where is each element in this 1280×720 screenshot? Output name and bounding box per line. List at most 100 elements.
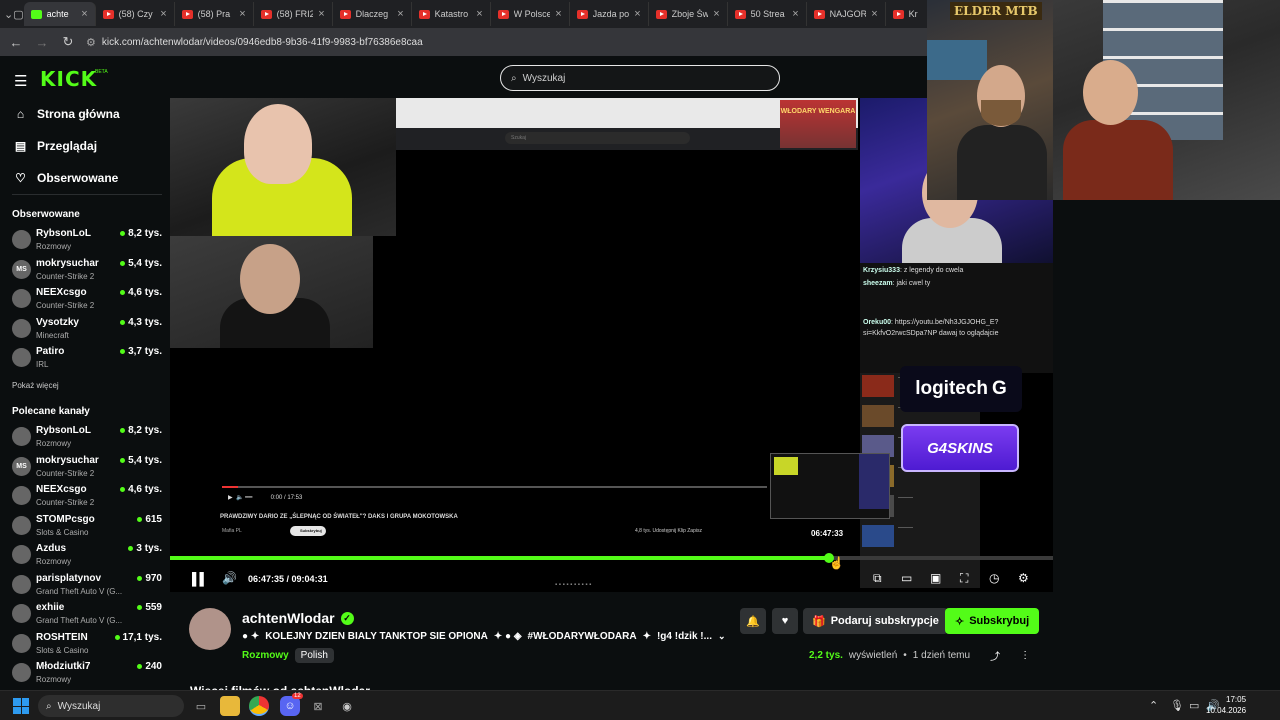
channel-avatar[interactable] <box>189 608 231 650</box>
sidebar-channel[interactable]: Vysotzky Minecraft 4,3 tys. <box>12 316 162 344</box>
sidebar-channel[interactable]: ROSHTEIN Slots & Casino 17,1 tys. <box>12 631 162 659</box>
network-icon[interactable]: ▭ <box>1189 699 1199 712</box>
taskbar-clock[interactable]: 17:05 10.04.2026 <box>1206 694 1246 716</box>
browser-tab[interactable]: (58) FRI2 × <box>254 2 333 26</box>
channel-name[interactable]: achtenWlodar ✓ <box>242 610 354 626</box>
video-title-main: KOLEJNY DZIEN BIALY TANKTOP SIE OPIONA <box>265 631 488 642</box>
theater-mode-icon[interactable]: ▭ <box>901 571 912 585</box>
category-link[interactable]: Rozmowy <box>242 650 289 661</box>
more-options-icon[interactable]: ⋮ <box>1020 650 1030 661</box>
volume-icon[interactable]: 🔊 <box>222 571 237 585</box>
sidebar-channel[interactable]: Azdus Rozmowy 3 tys. <box>12 542 162 570</box>
channel-avatar <box>12 230 31 249</box>
speed-icon[interactable]: ◷ <box>989 571 999 585</box>
browser-tab[interactable]: (58) Czy × <box>96 2 175 26</box>
taskbar-search[interactable]: ⌕ Wyszukaj <box>38 695 184 717</box>
windows-start-icon[interactable] <box>13 698 29 714</box>
channel-name-text: achtenWlodar <box>242 610 335 626</box>
channel-category: Rozmowy <box>36 675 72 684</box>
browser-tab[interactable]: achte × <box>23 2 96 26</box>
channel-info: achtenWlodar ✓ ● ✦ KOLEJNY DZIEN BIALY T… <box>170 592 1053 698</box>
tab-close-icon[interactable]: × <box>81 8 87 20</box>
browser-tab[interactable]: Jazda po × <box>570 2 649 26</box>
pause-button[interactable]: ▌▌ <box>192 572 208 586</box>
dot-separator: • <box>903 650 907 661</box>
clip-icon[interactable]: ⧉ <box>873 571 882 586</box>
sidebar-channel[interactable]: NEEXcsgo Counter-Strike 2 4,6 tys. <box>12 286 162 314</box>
tab-favicon-icon <box>181 9 193 19</box>
tab-favicon-icon <box>655 9 667 19</box>
gift-subs-button[interactable]: 🎁 Podaruj subskrypcje <box>803 608 948 634</box>
browser-tab[interactable]: NAJGOR × <box>807 2 886 26</box>
live-dot-icon <box>120 349 126 354</box>
discord-icon[interactable]: ☺ <box>280 696 300 716</box>
browser-tab[interactable]: 50 Strea × <box>728 2 807 26</box>
pip-icon[interactable]: ▣ <box>930 571 941 585</box>
browser-tab[interactable]: W Polsce × <box>491 2 570 26</box>
notification-bell-button[interactable]: 🔔 <box>740 608 766 634</box>
expand-chevron-icon[interactable]: ⌄ <box>718 631 726 642</box>
tab-close-icon[interactable]: × <box>476 8 482 20</box>
browser-tab[interactable]: Katastro × <box>412 2 491 26</box>
share-icon[interactable]: ⤴ <box>990 648 1000 663</box>
microphone-icon[interactable]: 🎙 <box>1170 699 1184 712</box>
sidebar-channel[interactable]: Młodziutki7 Rozmowy 240 <box>12 660 162 688</box>
tab-close-icon[interactable]: × <box>397 8 403 20</box>
tab-close-icon[interactable]: × <box>555 8 561 20</box>
show-more-link[interactable]: Pokaż więcej <box>12 381 59 390</box>
channel-avatar <box>12 604 31 623</box>
sidebar-channel[interactable]: STOMPcsgo Slots & Casino 615 <box>12 513 162 541</box>
site-info-icon[interactable]: ⚙ <box>86 36 96 49</box>
follow-heart-button[interactable]: ♥ <box>772 608 798 634</box>
sidebar-channel[interactable]: MS mokrysuchar Counter-Strike 2 5,4 tys. <box>12 454 162 482</box>
browser-tab[interactable]: (58) Pra × <box>175 2 254 26</box>
search-input[interactable]: ⌕ Wyszukaj <box>500 65 780 91</box>
sidebar-channel[interactable]: Patiro IRL 3,7 tys. <box>12 345 162 373</box>
upload-date: 1 dzień temu <box>912 650 971 661</box>
chat-message: sheezam: jaki cwel ty <box>863 278 1050 289</box>
tab-title: NAJGOR <box>829 9 867 19</box>
browser-tab[interactable]: Zboje Św × <box>649 2 728 26</box>
sidebar-channel[interactable]: MS mokrysuchar Counter-Strike 2 5,4 tys. <box>12 257 162 285</box>
url-field[interactable]: ⚙ kick.com/achtenwlodar/videos/0946edb8-… <box>86 36 423 49</box>
tab-close-icon[interactable]: × <box>239 8 245 20</box>
nav-home[interactable]: ⌂ Strona główna <box>14 107 120 121</box>
fullscreen-icon[interactable]: ⛶ <box>960 571 968 586</box>
obs-icon[interactable]: ◉ <box>337 696 357 716</box>
tab-close-icon[interactable]: × <box>871 8 877 20</box>
logitech-text: logitech <box>915 378 989 399</box>
tab-close-icon[interactable]: × <box>792 8 798 20</box>
tab-close-icon[interactable]: × <box>713 8 719 20</box>
task-view-icon[interactable]: ▭ <box>191 696 211 716</box>
tab-search-icon[interactable]: ⌄ <box>4 3 13 25</box>
tab-close-icon[interactable]: × <box>634 8 640 20</box>
channel-name: Patiro <box>36 346 65 357</box>
settings-gear-icon[interactable]: ⚙ <box>1018 571 1029 585</box>
sidebar-channel[interactable]: NEEXcsgo Counter-Strike 2 4,6 tys. <box>12 483 162 511</box>
nav-browse[interactable]: ▤ Przeglądaj <box>14 139 97 153</box>
tab-group-icon[interactable]: ▢ <box>13 3 23 25</box>
streamer-camera-2 <box>170 236 373 348</box>
tab-close-icon[interactable]: × <box>160 8 166 20</box>
sidebar-channel[interactable]: exhiie Grand Theft Auto V (G... 559 <box>12 601 162 629</box>
nav-following-label: Obserwowane <box>37 171 119 185</box>
sidebar-channel[interactable]: RybsonLoL Rozmowy 8,2 tys. <box>12 227 162 255</box>
sidebar-channel[interactable]: RybsonLoL Rozmowy 8,2 tys. <box>12 424 162 452</box>
forward-icon[interactable]: → <box>34 35 50 50</box>
tab-close-icon[interactable]: × <box>318 8 324 20</box>
tray-expand-icon[interactable]: ⌃ <box>1149 699 1158 712</box>
back-icon[interactable]: ← <box>8 35 24 50</box>
kick-logo[interactable]: KICK <box>40 67 97 91</box>
browser-tab[interactable]: Dlaczeg × <box>333 2 412 26</box>
channel-category: Rozmowy <box>36 242 72 251</box>
menu-icon[interactable]: ☰ <box>14 72 27 90</box>
sidebar-channel[interactable]: parisplatynov Grand Theft Auto V (G... 970 <box>12 572 162 600</box>
nav-following[interactable]: ♡ Obserwowane <box>14 171 118 185</box>
file-explorer-icon[interactable] <box>220 696 240 716</box>
reload-icon[interactable]: ↻ <box>60 34 76 50</box>
language-tag[interactable]: Polish <box>294 648 334 663</box>
video-player[interactable]: Szukaj WŁODARY WENGARA ▶ 🔈 ━━ 0:00 / 17:… <box>170 98 1053 592</box>
app-icon[interactable]: ⊠ <box>308 696 328 716</box>
subscribe-button[interactable]: ✧ Subskrybuj <box>945 608 1040 634</box>
chrome-icon[interactable] <box>249 696 269 716</box>
